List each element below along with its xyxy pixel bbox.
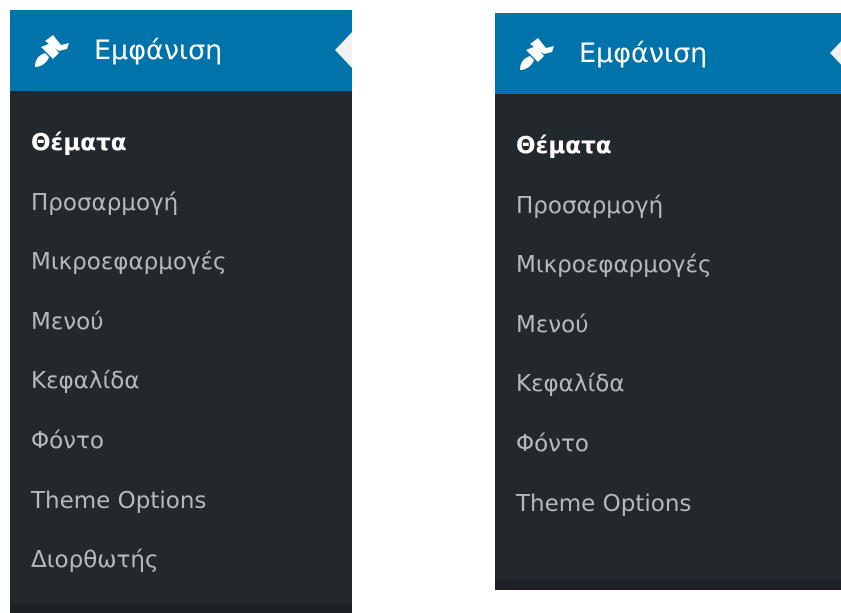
submenu-item-customize[interactable]: Προσαρμογή: [516, 177, 711, 237]
paintbrush-icon: [35, 35, 69, 67]
submenu-item-background[interactable]: Φόντο: [31, 412, 226, 472]
paintbrush-icon: [520, 38, 554, 70]
submenu-item-widgets[interactable]: Μικροεφαρμογές: [31, 233, 226, 293]
submenu-item-customize[interactable]: Προσαρμογή: [31, 174, 226, 234]
admin-sidebar-left: Εμφάνιση Θέματα Προσαρμογή Μικροεφαρμογέ…: [10, 10, 352, 613]
submenu-item-header[interactable]: Κεφαλίδα: [516, 355, 711, 415]
menu-header-title: Εμφάνιση: [579, 38, 708, 69]
sidebar-footer-strip: [495, 580, 841, 590]
submenu-item-widgets[interactable]: Μικροεφαρμογές: [516, 236, 711, 296]
submenu-item-themes[interactable]: Θέματα: [31, 114, 226, 174]
submenu: Θέματα Προσαρμογή Μικροεφαρμογές Μενού Κ…: [31, 114, 226, 591]
submenu-item-theme-options[interactable]: Theme Options: [516, 475, 711, 535]
submenu-item-theme-options[interactable]: Theme Options: [31, 472, 226, 532]
submenu-item-themes[interactable]: Θέματα: [516, 117, 711, 177]
current-menu-pointer: [830, 35, 841, 71]
menu-header-appearance[interactable]: Εμφάνιση: [495, 13, 841, 94]
current-menu-pointer: [335, 32, 352, 68]
submenu-item-editor[interactable]: Διορθωτής: [31, 531, 226, 591]
admin-sidebar-right: Εμφάνιση Θέματα Προσαρμογή Μικροεφαρμογέ…: [495, 13, 841, 590]
submenu-item-menus[interactable]: Μενού: [31, 293, 226, 353]
sidebar-footer-strip: [10, 605, 352, 613]
submenu-item-background[interactable]: Φόντο: [516, 415, 711, 475]
submenu-item-menus[interactable]: Μενού: [516, 296, 711, 356]
submenu: Θέματα Προσαρμογή Μικροεφαρμογές Μενού Κ…: [516, 117, 711, 534]
menu-header-title: Εμφάνιση: [94, 35, 223, 66]
submenu-item-header[interactable]: Κεφαλίδα: [31, 352, 226, 412]
menu-header-appearance[interactable]: Εμφάνιση: [10, 10, 352, 91]
